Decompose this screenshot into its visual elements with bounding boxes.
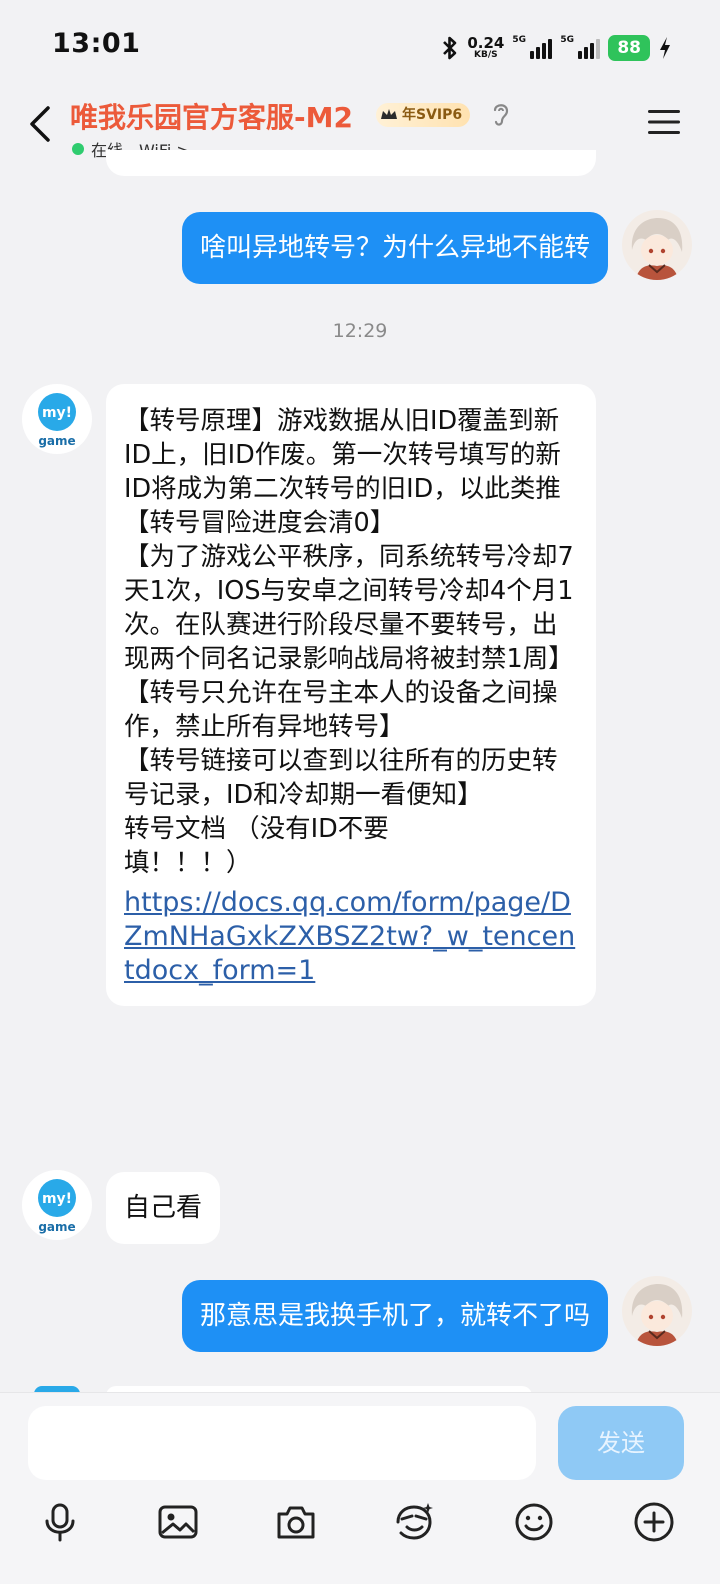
agent-avatar[interactable]: my! game xyxy=(22,1170,92,1240)
outgoing-message[interactable]: 啥叫异地转号？为什么异地不能转 xyxy=(181,212,608,284)
status-time: 13:01 xyxy=(52,28,141,59)
bluetooth-icon xyxy=(443,36,457,60)
menu-icon[interactable] xyxy=(646,107,682,137)
message-paragraph: 转号文档 （没有ID不要填！！！） xyxy=(124,814,389,878)
camera-button[interactable] xyxy=(274,1500,318,1544)
status-icons: 0.24 KB/S 5G 5G 88 xyxy=(441,34,672,62)
sticker-icon xyxy=(396,1503,433,1540)
message-input[interactable] xyxy=(28,1406,536,1480)
signal-icon: 5G xyxy=(512,35,553,59)
previous-message-bubble xyxy=(106,150,596,176)
message-paragraph: 【转号链接可以查到以往所有的历史转号记录，ID和冷却期一看便知】 xyxy=(124,746,558,810)
ear-icon[interactable] xyxy=(488,100,514,128)
svg-text:my!: my! xyxy=(42,405,72,421)
incoming-message[interactable]: 自己看 xyxy=(106,1172,221,1244)
user-avatar[interactable] xyxy=(622,1276,692,1346)
network-speed: 0.24 KB/S xyxy=(467,34,505,60)
svg-text:game: game xyxy=(38,1220,75,1234)
battery-indicator: 88 xyxy=(608,35,650,61)
plus-icon xyxy=(634,1502,674,1542)
back-arrow-icon[interactable] xyxy=(22,104,62,144)
send-button[interactable]: 发送 xyxy=(558,1406,684,1480)
vip-badge[interactable]: 年SVIP6 xyxy=(376,103,471,127)
agent-avatar-image: my! game xyxy=(22,1170,92,1240)
timestamp: 12:29 xyxy=(332,320,388,342)
agent-avatar-image: my! game xyxy=(22,384,92,454)
svg-text:game: game xyxy=(38,434,75,448)
incoming-message[interactable]: 【转号原理】游戏数据从旧ID覆盖到新ID上，旧ID作废。第一次转号填写的新ID将… xyxy=(106,384,596,1006)
plus-button[interactable] xyxy=(632,1500,676,1544)
outgoing-message[interactable]: 那意思是我换手机了，就转不了吗 xyxy=(181,1280,608,1352)
agent-avatar[interactable]: my! game xyxy=(22,384,92,454)
svg-text:my!: my! xyxy=(42,1191,72,1207)
user-avatar-image xyxy=(622,1276,692,1346)
charging-icon xyxy=(660,37,670,59)
message-paragraph: 【转号原理】游戏数据从旧ID覆盖到新ID上，旧ID作废。第一次转号填写的新ID将… xyxy=(124,406,561,504)
online-dot-icon xyxy=(72,143,84,155)
user-avatar-image xyxy=(622,210,692,280)
image-button[interactable] xyxy=(156,1500,200,1544)
user-avatar[interactable] xyxy=(622,210,692,280)
emoji-icon xyxy=(515,1503,553,1541)
image-icon xyxy=(158,1505,198,1539)
camera-icon xyxy=(277,1506,315,1539)
mic-button[interactable] xyxy=(38,1500,82,1544)
form-link[interactable]: https://docs.qq.com/form/page/DZmNHaGxkZ… xyxy=(124,886,578,988)
message-paragraph: 【为了游戏公平秩序，同系统转号冷却7天1次，IOS与安卓之间转号冷却4个月1次。… xyxy=(124,542,574,674)
message-paragraph: 【转号冒险进度会清0】 xyxy=(124,508,396,538)
message-paragraph: 【转号只允许在号主本人的设备之间操作，禁止所有异地转号】 xyxy=(124,678,558,742)
crown-icon xyxy=(381,109,397,119)
sticker-button[interactable] xyxy=(392,1500,436,1544)
emoji-button[interactable] xyxy=(512,1500,556,1544)
vip-label: 年SVIP6 xyxy=(402,107,463,123)
chat-title[interactable]: 唯我乐园官方客服-M2 xyxy=(70,96,353,136)
mic-icon xyxy=(45,1503,75,1542)
signal-icon-2: 5G xyxy=(560,35,601,59)
